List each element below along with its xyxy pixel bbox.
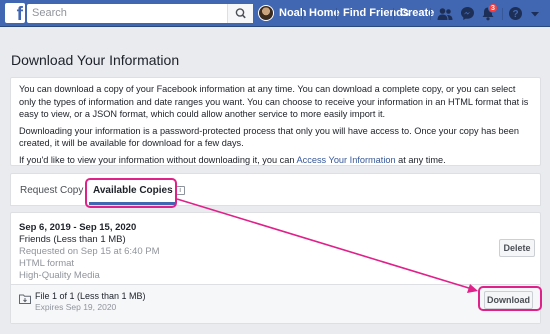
annotation-arrow [176,198,478,293]
